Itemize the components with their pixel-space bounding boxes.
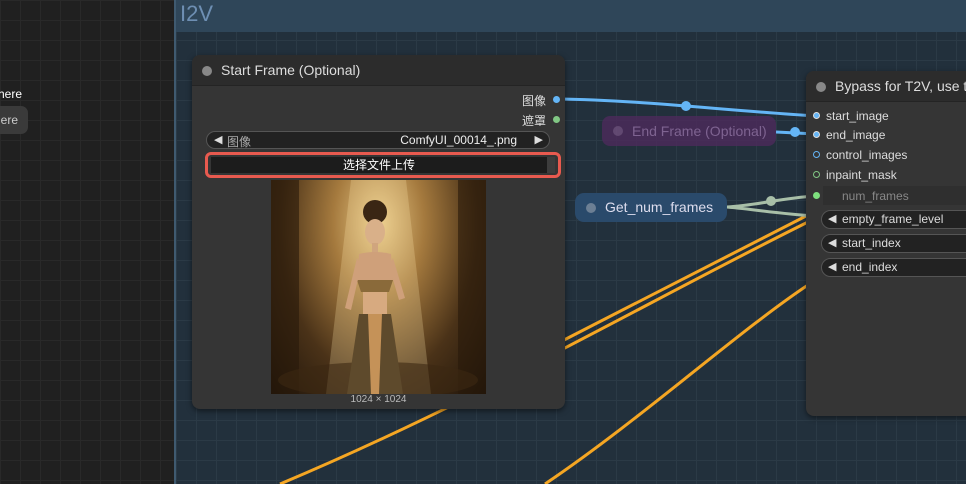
node-collapse-dot[interactable] bbox=[202, 66, 212, 76]
bypass-node-header[interactable]: Bypass for T2V, use t bbox=[806, 71, 966, 102]
output-mask-dot[interactable] bbox=[553, 116, 560, 123]
node-collapse-dot[interactable] bbox=[816, 82, 826, 92]
node-collapse-dot[interactable] bbox=[586, 203, 596, 213]
node-title: End Frame (Optional) bbox=[632, 123, 767, 139]
input-num-frames-dot[interactable] bbox=[813, 192, 820, 199]
start-frame-node-header[interactable]: Start Frame (Optional) bbox=[192, 55, 565, 86]
widget-label: empty_frame_level bbox=[842, 212, 944, 226]
link-end-image-midpoint bbox=[790, 127, 800, 137]
link-start-image-midpoint bbox=[681, 101, 691, 111]
node-title: Get_num_frames bbox=[605, 199, 714, 215]
widget-decrement-arrow[interactable]: ◀ bbox=[828, 211, 836, 228]
input-inpaint-mask[interactable]: inpaint_mask bbox=[826, 168, 897, 182]
upload-button-highlight[interactable]: 选择文件上传 bbox=[205, 152, 561, 178]
input-start-image[interactable]: start_image bbox=[826, 109, 889, 123]
input-control-images-dot[interactable] bbox=[813, 151, 820, 158]
combo-label: 图像 bbox=[227, 135, 252, 149]
image-combo-widget[interactable]: ◀ 图像 ComfyUI_00014_.png ▶ bbox=[206, 131, 550, 149]
link-float-3 bbox=[563, 213, 809, 342]
image-preview bbox=[271, 180, 486, 394]
link-num-frames-2 bbox=[726, 205, 817, 218]
output-slot-image-label: 图像 bbox=[522, 94, 547, 108]
output-slot-mask[interactable]: 遮罩 bbox=[522, 112, 546, 129]
widget-label: start_index bbox=[842, 236, 901, 250]
output-slot-mask-label: 遮罩 bbox=[522, 114, 547, 128]
combo-right-arrow[interactable]: ▶ bbox=[535, 133, 543, 146]
end-frame-node[interactable]: End Frame (Optional) bbox=[602, 116, 776, 146]
output-slot-image[interactable]: 图像 bbox=[522, 92, 546, 109]
upload-button[interactable]: 选择文件上传 bbox=[211, 157, 555, 173]
node-collapse-dot[interactable] bbox=[613, 126, 623, 136]
node-title: Bypass for T2V, use t bbox=[835, 78, 966, 94]
output-image-dot[interactable] bbox=[553, 96, 560, 103]
input-num-frames[interactable]: num_frames bbox=[842, 189, 909, 203]
input-control-images[interactable]: control_images bbox=[826, 148, 907, 162]
node-title: Start Frame (Optional) bbox=[221, 62, 361, 78]
input-start-image-dot[interactable] bbox=[813, 112, 820, 119]
widget-empty-frame-level[interactable]: ◀ empty_frame_level bbox=[821, 210, 966, 229]
get-num-frames-node[interactable]: Get_num_frames bbox=[575, 193, 727, 222]
link-float-2 bbox=[544, 283, 809, 484]
widget-start-index[interactable]: ◀ start_index bbox=[821, 234, 966, 253]
combo-value: ComfyUI_00014_.png bbox=[400, 133, 517, 147]
combo-left-arrow[interactable]: ◀ bbox=[214, 133, 222, 146]
widget-end-index[interactable]: ◀ end_index bbox=[821, 258, 966, 277]
input-end-image-dot[interactable] bbox=[813, 131, 820, 138]
input-inpaint-mask-dot[interactable] bbox=[813, 171, 820, 178]
input-end-image[interactable]: end_image bbox=[826, 128, 885, 142]
link-num-frames-midpoint bbox=[766, 196, 776, 206]
widget-decrement-arrow[interactable]: ◀ bbox=[828, 235, 836, 252]
image-preview-art bbox=[271, 180, 486, 394]
image-size-label: 1024 × 1024 bbox=[350, 394, 407, 405]
widget-decrement-arrow[interactable]: ◀ bbox=[828, 259, 836, 276]
widget-label: end_index bbox=[842, 260, 898, 274]
